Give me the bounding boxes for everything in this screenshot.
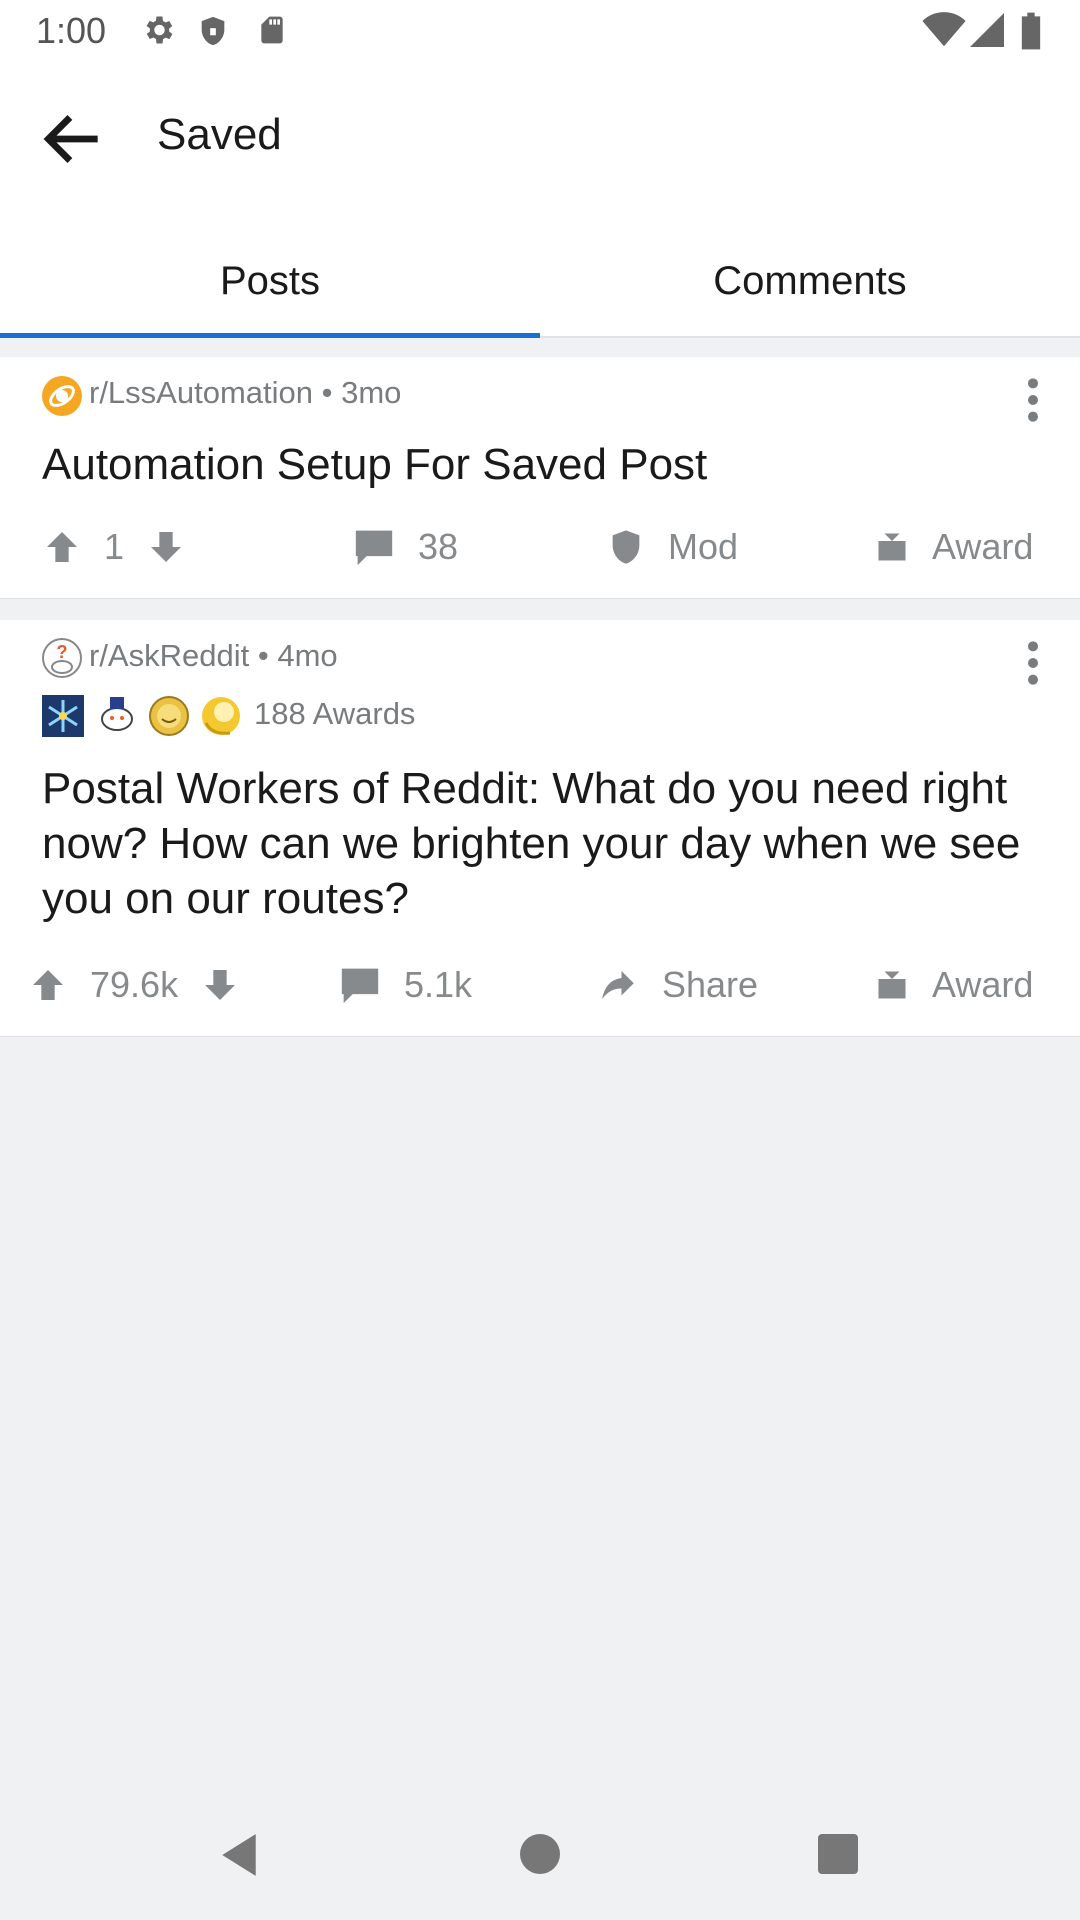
share-label: Share <box>662 964 759 1005</box>
post-meta: r/AskReddit • 4mo <box>89 638 338 674</box>
battery-icon <box>1021 12 1041 50</box>
share-icon <box>602 971 634 999</box>
gift-icon <box>878 533 906 561</box>
vote-count: 79.6k <box>90 964 179 1005</box>
comments-button[interactable]: 5.1k <box>338 955 472 1015</box>
post-meta: r/LssAutomation • 3mo <box>89 375 401 411</box>
system-nav-bar <box>0 1798 1080 1920</box>
app-bar: Saved <box>0 62 1080 216</box>
nav-recents-icon[interactable] <box>818 1834 858 1874</box>
post-age: 3mo <box>341 375 402 410</box>
award-button[interactable]: Award <box>874 517 1033 577</box>
fireworks-award-icon <box>42 695 84 737</box>
tab-posts-label: Posts <box>219 259 321 303</box>
award-label: Award <box>932 964 1034 1005</box>
sun-award-icon <box>149 696 189 736</box>
gear-icon <box>146 16 173 44</box>
post-card[interactable]: ? r/AskReddit • 4mo 188 Awards Postal Wo… <box>0 620 1080 1037</box>
tab-comments[interactable]: Comments <box>540 216 1080 336</box>
tab-comments-label: Comments <box>713 259 907 303</box>
comment-count: 5.1k <box>404 964 473 1005</box>
post-age: 4mo <box>277 638 338 673</box>
award-label: Award <box>932 526 1034 567</box>
share-button[interactable]: Share <box>596 955 758 1015</box>
comment-icon <box>355 530 393 566</box>
vote-count: 1 <box>104 526 125 567</box>
subreddit-name[interactable]: r/LssAutomation <box>89 375 313 410</box>
laurel-award-icon <box>202 697 240 735</box>
tab-bar: Posts Comments <box>0 216 1080 338</box>
more-options-icon[interactable] <box>1016 638 1050 688</box>
awards-count[interactable]: 188 Awards <box>254 696 415 732</box>
mod-label: Mod <box>668 526 739 567</box>
shield-icon <box>201 16 225 46</box>
comments-button[interactable]: 38 <box>352 517 458 577</box>
vote-group: 79.6k <box>28 955 240 1015</box>
nav-home-icon[interactable] <box>520 1834 560 1874</box>
nav-back-icon[interactable] <box>218 1832 260 1878</box>
status-time: 1:00 <box>36 10 107 51</box>
svg-text:?: ? <box>57 642 68 662</box>
post-actions: 1 38 Mod Award <box>0 517 1080 577</box>
upvote-icon[interactable] <box>42 527 82 567</box>
arrow-back-icon[interactable] <box>36 102 110 176</box>
award-button[interactable]: Award <box>874 955 1033 1015</box>
wifi-icon <box>922 12 966 47</box>
post-title[interactable]: Automation Setup For Saved Post <box>42 437 1042 492</box>
signal-icon <box>970 13 1004 47</box>
sd-card-icon <box>261 16 283 44</box>
post-card[interactable]: r/LssAutomation • 3mo Automation Setup F… <box>0 357 1080 599</box>
subreddit-name[interactable]: r/AskReddit <box>89 638 249 673</box>
meta-separator: • <box>257 638 269 673</box>
more-options-icon[interactable] <box>1016 375 1050 425</box>
post-actions: 79.6k 5.1k Share Award <box>0 955 1080 1015</box>
comment-icon <box>341 968 379 1004</box>
downvote-icon[interactable] <box>200 965 240 1005</box>
status-bar: 1:00 <box>0 0 1080 62</box>
comment-count: 38 <box>418 526 459 567</box>
upvote-icon[interactable] <box>28 965 68 1005</box>
snoo-award-icon <box>101 697 133 731</box>
subreddit-avatar-icon <box>42 376 82 416</box>
post-title[interactable]: Postal Workers of Reddit: What do you ne… <box>42 761 1042 926</box>
tab-posts[interactable]: Posts <box>0 216 540 338</box>
subreddit-avatar-icon: ? <box>42 638 82 678</box>
gift-icon <box>878 971 906 999</box>
mod-shield-icon <box>612 530 640 564</box>
vote-group: 1 <box>42 517 186 577</box>
mod-button[interactable]: Mod <box>606 517 738 577</box>
page-title: Saved <box>157 110 282 159</box>
downvote-icon[interactable] <box>146 527 186 567</box>
active-tab-indicator <box>0 333 540 338</box>
meta-separator: • <box>321 375 333 410</box>
